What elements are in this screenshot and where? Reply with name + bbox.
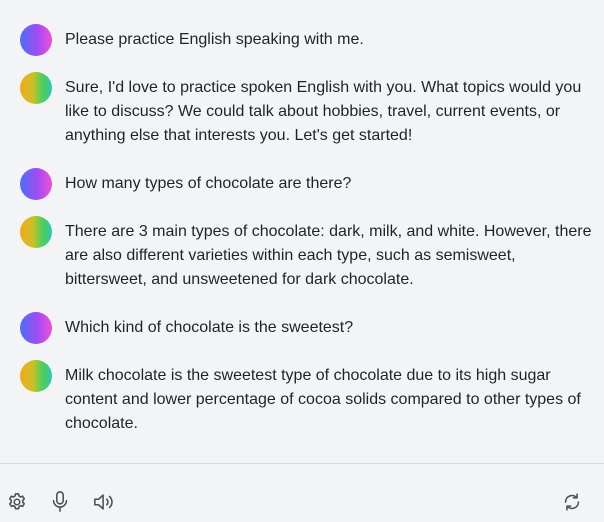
microphone-icon [49,490,71,514]
message-user: Which kind of chocolate is the sweetest? [20,312,604,344]
message-text: Please practice English speaking with me… [65,31,364,48]
bottom-toolbar [0,464,604,522]
assistant-avatar [20,216,52,248]
refresh-icon [561,491,583,513]
message-text: Milk chocolate is the sweetest type of c… [65,367,581,432]
user-avatar [20,312,52,344]
message-text: How many types of chocolate are there? [65,175,352,192]
microphone-button[interactable] [47,489,73,515]
message-user: How many types of chocolate are there? [20,168,604,200]
user-avatar [20,24,52,56]
message-assistant: Milk chocolate is the sweetest type of c… [20,360,604,436]
chat-transcript: Please practice English speaking with me… [0,0,604,462]
message-assistant: There are 3 main types of chocolate: dar… [20,216,604,292]
assistant-avatar [20,72,52,104]
regenerate-button[interactable] [559,489,585,515]
message-text: Which kind of chocolate is the sweetest? [65,319,354,336]
assistant-avatar [20,360,52,392]
message-text: There are 3 main types of chocolate: dar… [65,223,592,288]
message-user: Please practice English speaking with me… [20,24,604,56]
gear-icon [6,491,28,513]
settings-button[interactable] [4,489,30,515]
message-assistant: Sure, I'd love to practice spoken Englis… [20,72,604,148]
speaker-button[interactable] [91,489,117,515]
speaker-icon [92,491,116,513]
message-text: Sure, I'd love to practice spoken Englis… [65,79,582,144]
user-avatar [20,168,52,200]
